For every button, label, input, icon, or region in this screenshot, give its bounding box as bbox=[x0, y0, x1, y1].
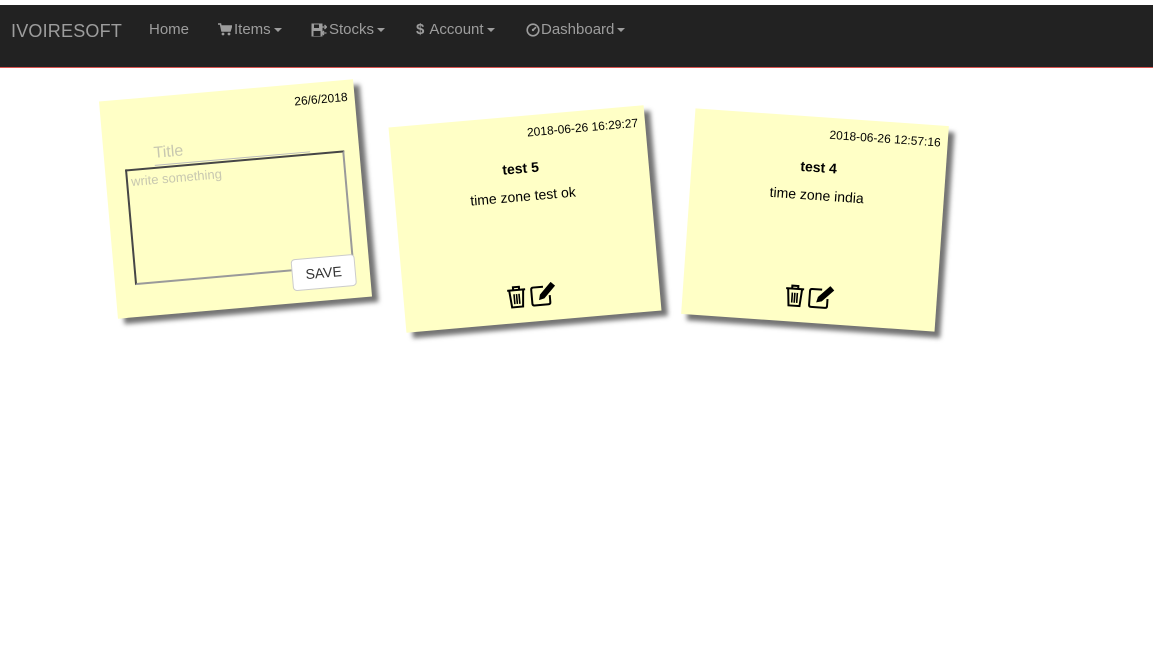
chevron-down-icon bbox=[377, 27, 386, 32]
dollar-icon: $ bbox=[416, 21, 425, 38]
note-actions bbox=[403, 273, 660, 319]
note-title: test 4 bbox=[799, 157, 838, 177]
nav-items-label: Items bbox=[234, 21, 271, 38]
nav-stocks-label: Stocks bbox=[329, 21, 375, 38]
new-note-card: 26/6/2018 SAVE bbox=[98, 79, 373, 319]
note-date: 2018-06-26 12:57:16 bbox=[829, 127, 942, 150]
nav-items[interactable]: Items bbox=[218, 21, 282, 38]
navbar: IVOIRESOFT Home Items Stocks $ Account D… bbox=[0, 5, 1153, 68]
note-card: 2018-06-26 16:29:27 test 5 time zone tes… bbox=[388, 105, 662, 333]
nav-stocks[interactable]: Stocks bbox=[311, 21, 386, 38]
chevron-down-icon bbox=[486, 27, 495, 32]
note-card: 2018-06-26 12:57:16 test 4 time zone ind… bbox=[681, 108, 949, 332]
save-button[interactable]: SAVE bbox=[290, 253, 358, 292]
floppy-transfer-icon bbox=[311, 23, 327, 37]
nav-home-label: Home bbox=[149, 21, 190, 38]
brand-logo[interactable]: IVOIRESOFT bbox=[11, 21, 122, 42]
edit-icon[interactable] bbox=[529, 281, 559, 307]
chevron-down-icon bbox=[273, 27, 282, 32]
nav-dashboard[interactable]: Dashboard bbox=[526, 21, 626, 38]
nav-account-label: Account bbox=[429, 21, 484, 38]
chevron-down-icon bbox=[617, 27, 626, 32]
dashboard-icon bbox=[526, 22, 540, 37]
new-note-date: 26/6/2018 bbox=[293, 89, 349, 109]
trash-icon[interactable] bbox=[505, 284, 529, 310]
note-body: time zone india bbox=[769, 183, 865, 207]
nav-dashboard-label: Dashboard bbox=[541, 21, 615, 38]
nav-home[interactable]: Home bbox=[149, 21, 189, 38]
shopping-cart-icon bbox=[218, 23, 232, 36]
nav-account[interactable]: $ Account bbox=[416, 21, 495, 38]
trash-icon[interactable] bbox=[783, 283, 807, 308]
edit-icon[interactable] bbox=[807, 285, 837, 311]
note-actions bbox=[682, 276, 937, 318]
note-date: 2018-06-26 16:29:27 bbox=[526, 115, 639, 140]
